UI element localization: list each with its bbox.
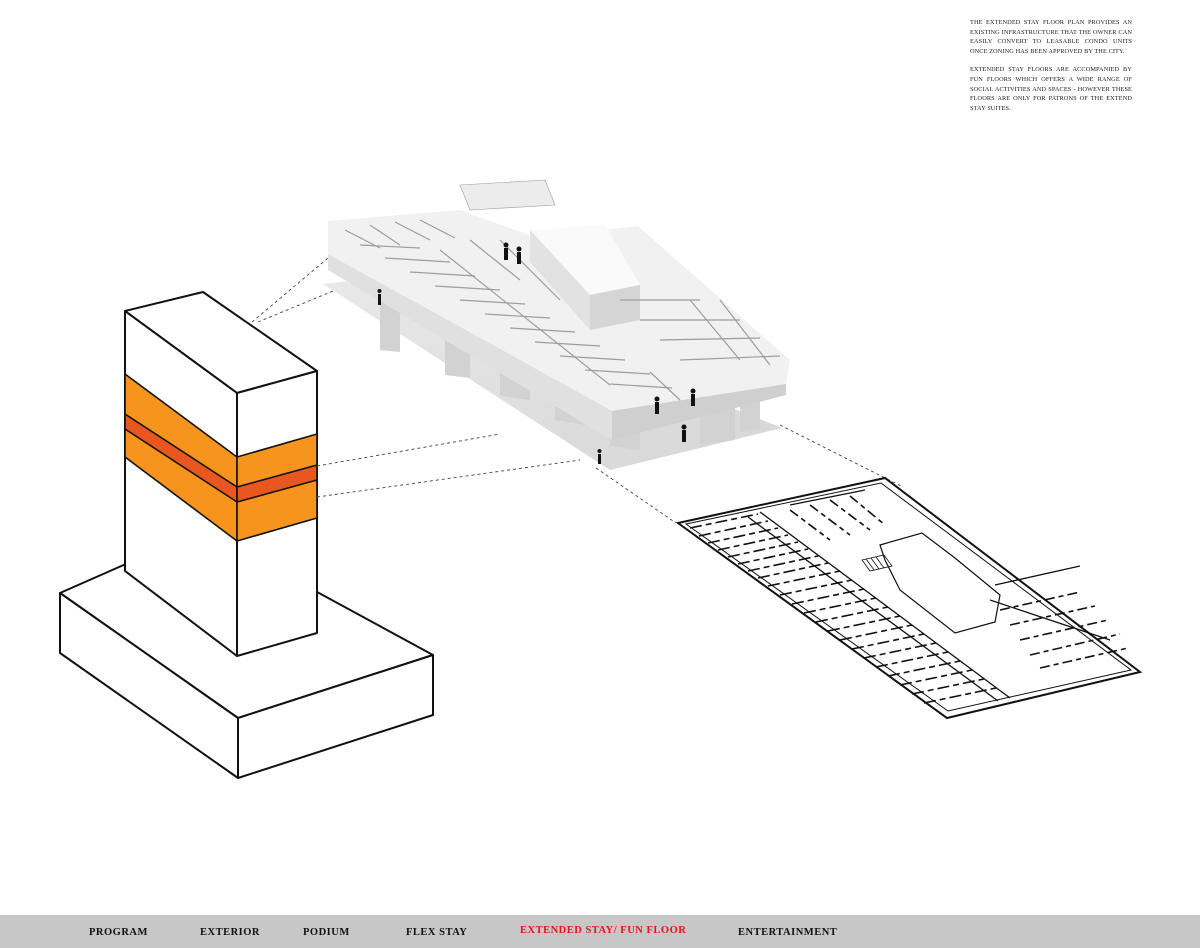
plan-outline bbox=[675, 476, 1143, 720]
nav-entertainment[interactable]: ENTERTAINMENT bbox=[738, 927, 837, 938]
nav-flex-stay[interactable]: FLEX STAY bbox=[406, 927, 467, 938]
diagram-canvas bbox=[59, 179, 1143, 779]
plan-unit-walls bbox=[689, 513, 997, 704]
nav-podium[interactable]: PODIUM bbox=[303, 927, 350, 938]
plan-atrium bbox=[879, 532, 1001, 634]
floor-model-3d bbox=[323, 179, 790, 470]
bottom-nav-bar: PROGRAM EXTERIOR PODIUM FLEX STAY EXTEND… bbox=[0, 915, 1200, 948]
nav-exterior[interactable]: EXTERIOR bbox=[200, 927, 260, 938]
plan-corridor-walls bbox=[747, 489, 1111, 702]
description-paragraph-1: THE EXTENDED STAY FLOOR PLAN PROVIDES AN… bbox=[970, 19, 1132, 55]
description-text: THE EXTENDED STAY FLOOR PLAN PROVIDES AN… bbox=[970, 18, 1132, 122]
plan-stair bbox=[861, 554, 893, 572]
model-upper-block bbox=[459, 179, 556, 211]
nav-program[interactable]: PROGRAM bbox=[89, 927, 148, 938]
floor-plan-2d bbox=[675, 476, 1143, 720]
description-paragraph-2: EXTENDED STAY FLOORS ARE ACCOMPANIED BY … bbox=[970, 66, 1132, 112]
nav-extended-stay-fun-floor[interactable]: EXTENDED STAY/ FUN FLOOR bbox=[520, 925, 686, 936]
